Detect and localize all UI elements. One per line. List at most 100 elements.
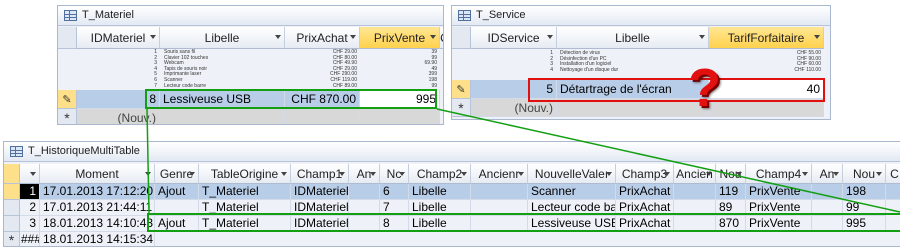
new-row-placeholder[interactable]: (Nouv.) (77, 109, 160, 124)
chevron-down-icon[interactable] (189, 172, 195, 176)
col-header-moment[interactable]: Moment (40, 164, 155, 184)
cell-nouvelle1[interactable]: 6 (380, 184, 409, 200)
cell-nouvelle2[interactable]: Scanner (528, 184, 616, 200)
col-header-nouvelle4[interactable]: Nou (843, 164, 886, 184)
col-header-champ3[interactable]: Champ3 (616, 164, 674, 184)
chevron-down-icon[interactable] (699, 35, 705, 39)
col-header-prixachat[interactable]: PrixAchat (285, 27, 360, 49)
service-titlebar[interactable]: T_Service (452, 6, 830, 26)
col-header-nouvelle3[interactable]: Nou (716, 164, 746, 184)
chevron-down-icon[interactable] (281, 172, 287, 176)
col-header-num[interactable] (20, 164, 40, 184)
col-header-tarifforfaitaire[interactable]: TarifForfaitaire (709, 27, 824, 49)
new-row-number[interactable]: ### (20, 232, 40, 246)
select-all-corner[interactable] (4, 164, 20, 184)
col-header-ancien4[interactable]: An (812, 164, 843, 184)
chevron-down-icon[interactable] (876, 172, 882, 176)
materiel-libelle-column: Souris sans fil Clavier 102 touches Webc… (164, 49, 209, 89)
col-header-idmateriel[interactable]: IDMateriel (77, 27, 160, 49)
col-header-champ1[interactable]: Champ1 (291, 164, 349, 184)
col-header-label: Champ4 (755, 166, 802, 181)
cell-ancien1[interactable] (349, 184, 380, 200)
question-mark-icon: ? (688, 58, 721, 118)
service-libelle-column: Détection de virus Désinfection d'un PC … (560, 50, 619, 73)
col-header-idservice[interactable]: IDService (471, 27, 557, 49)
cell-nouvelle3[interactable]: 119 (716, 184, 746, 200)
cell-moment[interactable]: 18.01.2013 14:10:43 (40, 216, 155, 232)
chevron-down-icon[interactable] (275, 35, 281, 39)
row-number[interactable]: 2 (20, 200, 40, 216)
cell-champ1[interactable]: IDMateriel (291, 184, 349, 200)
row-selector[interactable] (4, 184, 20, 200)
cell-champ2[interactable]: Libelle (409, 184, 471, 200)
annotation-red-box (528, 78, 825, 102)
select-all-corner[interactable] (58, 27, 77, 49)
new-row-prixvente[interactable] (360, 109, 440, 124)
row-number[interactable]: 3 (20, 216, 40, 232)
cell-ancien2[interactable] (471, 184, 528, 200)
cell-extra[interactable] (886, 184, 900, 200)
new-record-star-icon: * (4, 232, 20, 246)
col-header-libelle[interactable]: Libelle (160, 27, 285, 49)
cell-champ3[interactable]: PrixAchat (616, 184, 674, 200)
col-header-champ2[interactable]: Champ2 (409, 164, 471, 184)
col-header-label: Nou (852, 166, 875, 181)
col-header-libelle[interactable]: Libelle (557, 27, 709, 49)
row-selector[interactable] (4, 216, 20, 232)
service-id-column: 1 2 3 4 (550, 50, 553, 73)
cell-genre[interactable]: Ajout (155, 184, 199, 200)
col-header-nouvelle1[interactable]: Nc (380, 164, 409, 184)
cell-nouvelle4[interactable]: 198 (843, 184, 886, 200)
new-row-libelle[interactable] (160, 109, 285, 124)
cell-moment[interactable]: 17.01.2013 17:12:20 (40, 184, 155, 200)
cell-champ4[interactable]: PrixVente (746, 184, 812, 200)
cell-ancien3[interactable] (674, 184, 716, 200)
table-icon (458, 10, 471, 21)
chevron-down-icon[interactable] (814, 35, 820, 39)
col-header-ancien2[interactable]: Ancienr (471, 164, 528, 184)
chevron-down-icon[interactable] (606, 172, 612, 176)
service-title: T_Service (476, 9, 526, 21)
col-header-label: Libelle (204, 30, 240, 45)
annotation-green-box-source (145, 89, 437, 109)
col-header-ancien1[interactable]: An (349, 164, 380, 184)
chevron-down-icon[interactable] (664, 172, 670, 176)
chevron-down-icon[interactable] (833, 172, 839, 176)
col-header-label: Moment (75, 166, 119, 181)
historique-titlebar[interactable]: T_HistoriqueMultiTable (4, 142, 900, 162)
chevron-down-icon[interactable] (706, 172, 712, 176)
chevron-down-icon[interactable] (30, 172, 36, 176)
chevron-down-icon[interactable] (370, 172, 376, 176)
chevron-down-icon[interactable] (350, 35, 356, 39)
chevron-down-icon[interactable] (461, 172, 467, 176)
cell-moment[interactable]: 17.01.2013 21:44:11 (40, 200, 155, 216)
col-header-ancien3[interactable]: Ancien (674, 164, 716, 184)
col-header-genre[interactable]: Genre (155, 164, 199, 184)
col-header-nouvellevaleur[interactable]: NouvelleValeı (528, 164, 616, 184)
chevron-down-icon[interactable] (150, 35, 156, 39)
chevron-down-icon[interactable] (145, 172, 151, 176)
chevron-down-icon[interactable] (399, 172, 405, 176)
chevron-down-icon[interactable] (518, 172, 524, 176)
cell-tableorigine[interactable]: T_Materiel (199, 184, 291, 200)
chevron-down-icon[interactable] (547, 35, 553, 39)
annotation-green-box-target (147, 213, 900, 232)
select-all-corner[interactable] (452, 27, 471, 49)
col-header-label: PrixAchat (296, 30, 348, 45)
col-header-c[interactable]: C (886, 164, 900, 184)
new-row-prixachat[interactable] (285, 109, 360, 124)
col-header-tableorigine[interactable]: TableOrigine (199, 164, 291, 184)
chevron-down-icon[interactable] (339, 172, 345, 176)
chevron-down-icon[interactable] (736, 172, 742, 176)
chevron-down-icon[interactable] (802, 172, 808, 176)
col-header-c[interactable]: C (440, 27, 443, 49)
new-row-moment[interactable]: 18.01.2013 14:15:34 (40, 232, 155, 246)
col-header-champ4[interactable]: Champ4 (746, 164, 812, 184)
row-selector[interactable] (4, 200, 20, 216)
row-number[interactable]: 1 (20, 184, 40, 200)
materiel-titlebar[interactable]: T_Materiel (58, 6, 443, 26)
chevron-down-icon[interactable] (430, 35, 436, 39)
materiel-title: T_Materiel (82, 9, 134, 21)
cell-ancien4[interactable] (812, 184, 843, 200)
col-header-prixvente[interactable]: PrixVente (360, 27, 440, 49)
